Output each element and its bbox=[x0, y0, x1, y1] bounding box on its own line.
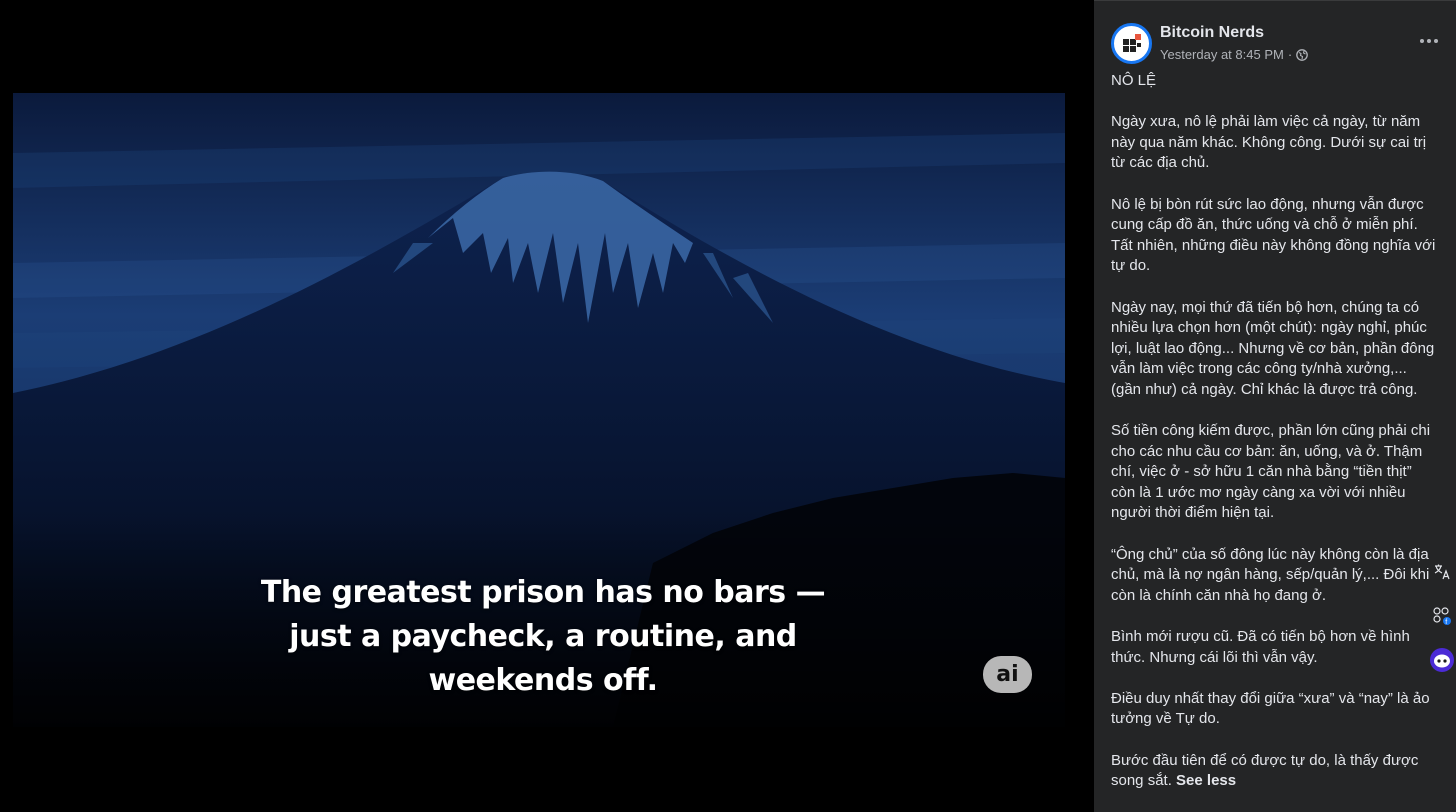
post-paragraph: Bình mới rượu cũ. Đã có tiến bộ hơn về h… bbox=[1111, 628, 1410, 666]
more-options-button[interactable] bbox=[1414, 31, 1444, 51]
post-meta: Yesterday at 8:45 PM · bbox=[1160, 47, 1309, 62]
top-controls bbox=[955, 0, 1035, 4]
photo-viewer: The greatest prison has no bars — just a… bbox=[0, 0, 1094, 812]
svg-text:f: f bbox=[1445, 619, 1447, 626]
see-less-link[interactable]: See less bbox=[1176, 772, 1236, 789]
post-paragraph: “Ông chủ” của số đông lúc này không còn … bbox=[1111, 545, 1430, 604]
post-heading: NÔ LỆ bbox=[1111, 72, 1157, 89]
bitcoin-nerds-logo-icon bbox=[1122, 33, 1141, 52]
post-paragraph: Số tiền công kiếm được, phần lớn cũng ph… bbox=[1111, 422, 1431, 522]
post-paragraph: Điều duy nhất thay đổi giữa “xưa” và “na… bbox=[1111, 689, 1430, 728]
post-text: NÔ LỆ Ngày xưa, nô lệ phải làm việc cả n… bbox=[1111, 71, 1456, 812]
post-timestamp[interactable]: Yesterday at 8:45 PM bbox=[1160, 47, 1284, 62]
globe-icon[interactable] bbox=[1296, 48, 1309, 61]
post-paragraph-last: Bước đầu tiên để có được tự do, là thấy … bbox=[1111, 751, 1456, 792]
post-paragraph: Ngày xưa, nô lệ phải làm việc cả ngày, t… bbox=[1111, 113, 1427, 172]
post-sidebar: Bitcoin Nerds Yesterday at 8:45 PM · NÔ … bbox=[1094, 0, 1456, 812]
page-name-link[interactable]: Bitcoin Nerds bbox=[1160, 24, 1264, 42]
translate-icon[interactable] bbox=[1428, 558, 1456, 586]
extension-icon[interactable]: f bbox=[1428, 602, 1456, 630]
caption-line: weekends off. bbox=[428, 663, 658, 698]
post-paragraph-text: Bước đầu tiên để có được tự do, là thấy … bbox=[1111, 751, 1419, 790]
image-caption: The greatest prison has no bars — just a… bbox=[243, 571, 843, 703]
assistant-bot-icon[interactable] bbox=[1428, 646, 1456, 674]
post-paragraph: Ngày nay, mọi thứ đã tiến bộ hơn, chúng … bbox=[1111, 298, 1435, 398]
ai-badge[interactable]: ai bbox=[983, 656, 1032, 693]
caption-line: just a paycheck, a routine, and bbox=[289, 619, 797, 654]
more-dots-icon bbox=[1420, 39, 1438, 43]
post-image[interactable]: The greatest prison has no bars — just a… bbox=[13, 93, 1065, 727]
post-paragraph: Nô lệ bị bòn rút sức lao động, nhưng vẫn… bbox=[1111, 195, 1436, 275]
page-avatar[interactable] bbox=[1111, 23, 1152, 64]
meta-separator: · bbox=[1287, 47, 1293, 62]
caption-line: The greatest prison has no bars — bbox=[260, 575, 826, 610]
